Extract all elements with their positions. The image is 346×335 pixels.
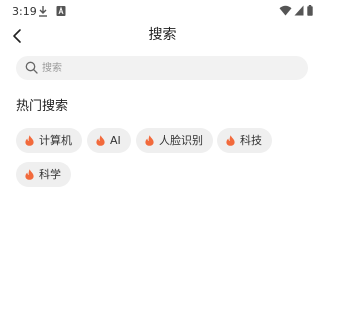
chip-label: 计算机	[39, 133, 72, 147]
hot-search-chip-ai[interactable]: AI	[87, 128, 131, 153]
hot-search-chip-face-recognition[interactable]: 人脸识别	[136, 128, 213, 153]
hot-search-chip-technology[interactable]: 科技	[217, 128, 272, 153]
app-header: 搜索	[0, 24, 346, 48]
battery-icon	[307, 5, 313, 16]
page-title: 搜索	[148, 27, 177, 43]
hot-search-chip-computer[interactable]: 计算机	[16, 128, 82, 153]
flame-icon	[145, 135, 154, 146]
flame-icon	[25, 135, 34, 146]
notification-a-icon	[56, 6, 66, 16]
chip-label: 人脸识别	[159, 133, 203, 147]
flame-icon	[25, 169, 34, 180]
hot-search-chip-science[interactable]: 科学	[16, 162, 71, 187]
search-icon	[25, 61, 38, 74]
flame-icon	[226, 135, 235, 146]
signal-icon	[294, 5, 304, 16]
search-input[interactable]	[42, 56, 298, 80]
status-time: 3:19	[12, 5, 37, 18]
search-bar[interactable]	[16, 56, 308, 80]
hot-search-title: 热门搜索	[16, 99, 69, 114]
flame-icon	[96, 135, 105, 146]
chip-label: AI	[110, 133, 121, 147]
download-icon	[39, 6, 47, 17]
wifi-icon	[279, 5, 292, 16]
status-bar: 3:19	[0, 0, 346, 24]
chip-label: 科技	[240, 133, 262, 147]
chip-label: 科学	[39, 167, 61, 181]
